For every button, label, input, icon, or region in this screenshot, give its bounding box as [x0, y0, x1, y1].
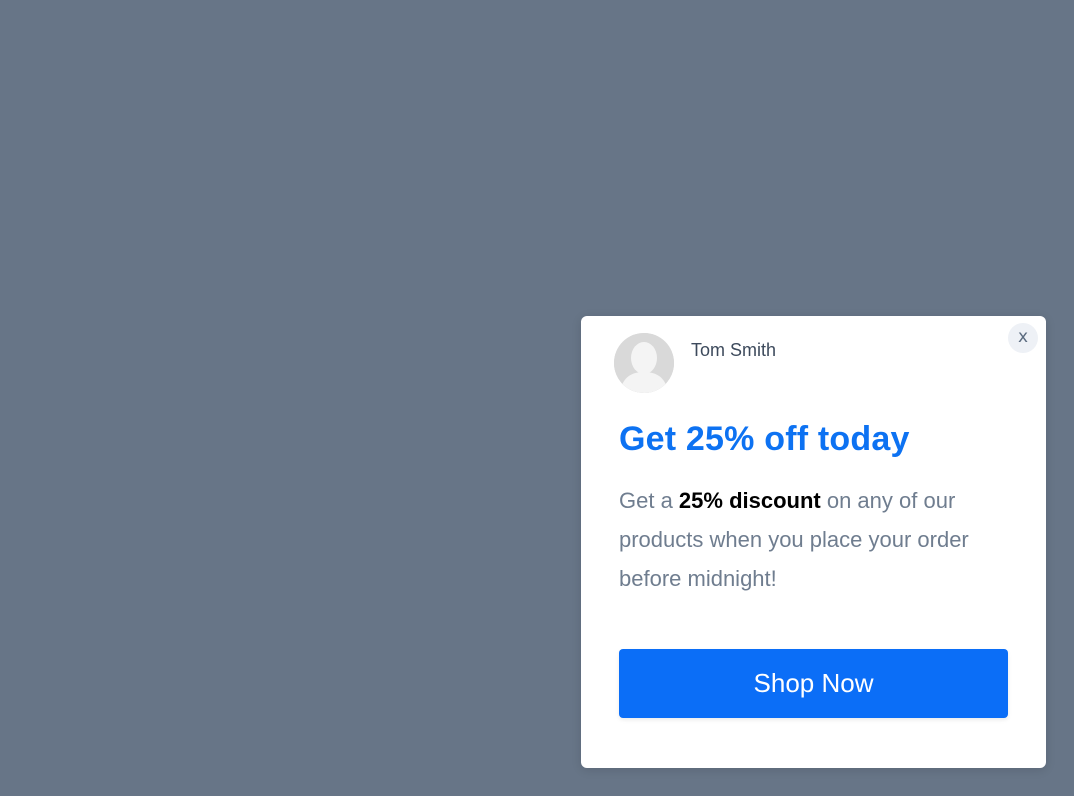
avatar	[614, 333, 674, 393]
close-button[interactable]: x	[1008, 323, 1038, 353]
discount-highlight: 25% discount	[678, 488, 821, 513]
promo-popup: x Tom Smith Get 25% off today Get a 25% …	[581, 316, 1046, 768]
page-backdrop: { "popup": { "close_label": "x", "sender…	[0, 0, 1074, 796]
promo-description: Get a 25% discount on any of our product…	[619, 481, 1019, 598]
shop-now-button[interactable]: Shop Now	[619, 649, 1008, 718]
sender-name: Tom Smith	[691, 340, 777, 360]
user-placeholder-icon	[614, 333, 674, 393]
promo-description-prefix: Get a	[619, 488, 679, 513]
promo-headline: Get 25% off today	[619, 420, 910, 458]
